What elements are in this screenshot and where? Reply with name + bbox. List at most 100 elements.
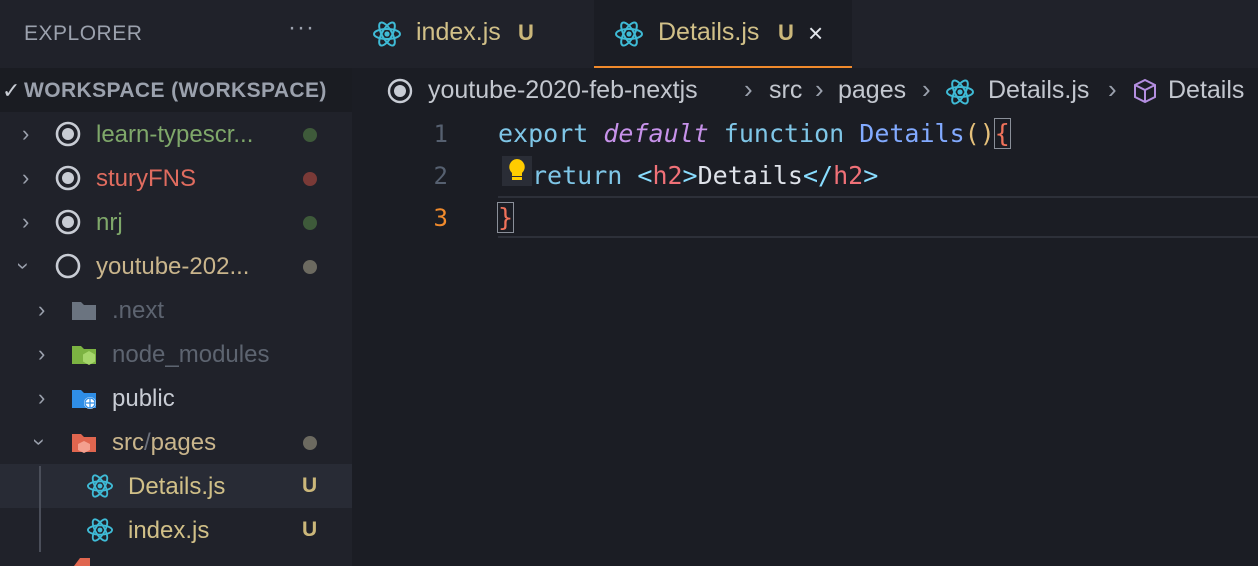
tab-index-js[interactable]: index.js U: [352, 0, 592, 68]
tree-item-label: index.js: [128, 517, 210, 544]
src-folder-open-icon: [72, 434, 96, 453]
tree-item-src-pages[interactable]: › src/pages: [0, 420, 352, 464]
chevron-down-icon: ›: [27, 438, 53, 446]
breadcrumb-item-project[interactable]: youtube-2020-feb-nextjs: [428, 76, 698, 105]
code-token: function: [723, 119, 845, 148]
chevron-down-icon: ✓: [2, 78, 21, 103]
tree-item-label: sturyFNS: [96, 165, 197, 192]
code-token: </: [802, 161, 834, 190]
breadcrumb-separator: ›: [744, 74, 753, 104]
code-token: h2: [652, 161, 683, 190]
workspace-label: WORKSPACE (WORKSPACE): [24, 79, 327, 102]
explorer-title: EXPLORER: [24, 22, 143, 45]
folder-name-src: src: [112, 429, 144, 456]
code-token: export: [498, 119, 589, 148]
tree-item-youtube[interactable]: › youtube-202...: [0, 244, 352, 288]
breadcrumb-separator: ›: [815, 74, 824, 104]
tab-label: Details.js: [658, 18, 760, 46]
more-actions-icon[interactable]: ···: [288, 14, 315, 42]
untracked-badge: U: [518, 20, 534, 45]
code-line-2: return <h2>Details</h2>: [532, 156, 878, 196]
code-token: return: [532, 161, 623, 190]
code-line-1: export default function Details(){: [498, 114, 1011, 154]
tree-item-details-js[interactable]: Details.js U: [0, 464, 352, 508]
chevron-right-icon: ›: [38, 385, 46, 410]
code-editor[interactable]: 1 2 3 export default function Details(){…: [352, 112, 1258, 566]
code-token: <: [637, 161, 653, 190]
chevron-right-icon: ›: [22, 209, 30, 234]
explorer-header: EXPLORER ···: [0, 0, 352, 68]
node-folder-icon: [72, 346, 96, 365]
tree-item-next[interactable]: › .next: [0, 288, 352, 332]
lightbulb-icon[interactable]: [502, 156, 532, 186]
chevron-right-icon: ›: [38, 297, 46, 322]
breadcrumb-item-src[interactable]: src: [769, 76, 802, 105]
git-status-dot: [303, 172, 317, 186]
react-icon: [946, 79, 974, 105]
tree-item-nrj[interactable]: › nrj: [0, 200, 352, 244]
folder-icon: [72, 302, 96, 320]
react-icon: [373, 21, 401, 47]
root-folder-icon: [55, 165, 81, 191]
breadcrumb-separator: ›: [922, 74, 931, 104]
code-token: {: [993, 118, 1011, 149]
untracked-badge: U: [778, 20, 794, 45]
close-icon[interactable]: ×: [808, 18, 823, 49]
git-status-dot: [303, 128, 317, 142]
tree-item-learn-typescript[interactable]: › learn-typescr...: [0, 112, 352, 156]
react-icon: [87, 474, 113, 498]
untracked-badge: U: [302, 518, 318, 541]
folder-name-pages: pages: [150, 429, 217, 456]
tree-item-label: public: [112, 385, 175, 412]
tree-item-index-js[interactable]: index.js U: [0, 508, 352, 552]
public-folder-icon: [72, 390, 96, 409]
current-line-highlight: [498, 196, 1258, 238]
chevron-right-icon: ›: [38, 341, 46, 366]
untracked-badge: U: [302, 474, 318, 497]
tree-item-label: .next: [112, 297, 165, 324]
tree-item-sturyfns[interactable]: › sturyFNS: [0, 156, 352, 200]
react-icon: [615, 21, 643, 47]
tree-item-node-modules[interactable]: › node_modules: [0, 332, 352, 376]
tree-item-label: src/pages: [112, 429, 216, 457]
tree-item-label: Details.js: [128, 473, 226, 500]
code-token: (): [964, 119, 995, 148]
git-status-dot: [303, 260, 317, 274]
tab-details-js[interactable]: Details.js U ×: [594, 0, 852, 68]
line-number-current: 3: [433, 204, 448, 232]
line-number: 2: [433, 162, 448, 190]
tree-item-label: learn-typescr...: [96, 121, 254, 148]
editor-area: index.js U Details.js U × youtube-2020-f…: [352, 0, 1258, 566]
breadcrumb-separator: ›: [1108, 74, 1117, 104]
path-separator: /: [144, 429, 151, 456]
code-token: }: [496, 202, 515, 233]
explorer-sidebar: EXPLORER ··· ✓ WORKSPACE (WORKSPACE) › l…: [0, 0, 352, 566]
breadcrumb-item-file[interactable]: Details.js: [988, 76, 1089, 105]
code-token: Details: [697, 161, 803, 190]
chevron-right-icon: ›: [22, 165, 30, 190]
chevron-down-icon: ›: [11, 262, 37, 270]
git-status-dot: [303, 216, 317, 230]
line-number: 1: [433, 120, 448, 148]
git-status-dot: [303, 436, 317, 450]
breadcrumb-item-pages[interactable]: pages: [838, 76, 906, 105]
code-token: >: [682, 161, 698, 190]
code-token: default: [603, 119, 709, 148]
tree-item-label: youtube-202...: [96, 253, 250, 280]
root-folder-icon: [55, 209, 81, 235]
breadcrumb: youtube-2020-feb-nextjs › src › pages › …: [352, 70, 1258, 112]
react-icon: [87, 518, 113, 542]
workspace-section-header[interactable]: ✓ WORKSPACE (WORKSPACE): [0, 68, 352, 112]
tab-label: index.js: [416, 18, 501, 46]
tab-bar: index.js U Details.js U ×: [352, 0, 1258, 68]
root-folder-open-icon: [55, 253, 81, 279]
code-token: >: [863, 161, 879, 190]
tree-item-public[interactable]: › public: [0, 376, 352, 420]
symbol-component-icon: [1134, 78, 1156, 104]
chevron-right-icon: ›: [22, 121, 30, 146]
tree-item-label: nrj: [96, 209, 123, 236]
breadcrumb-item-symbol[interactable]: Details: [1168, 76, 1244, 105]
code-token: Details: [859, 119, 965, 148]
root-folder-icon: [387, 78, 413, 104]
code-line-3: }: [496, 198, 515, 238]
